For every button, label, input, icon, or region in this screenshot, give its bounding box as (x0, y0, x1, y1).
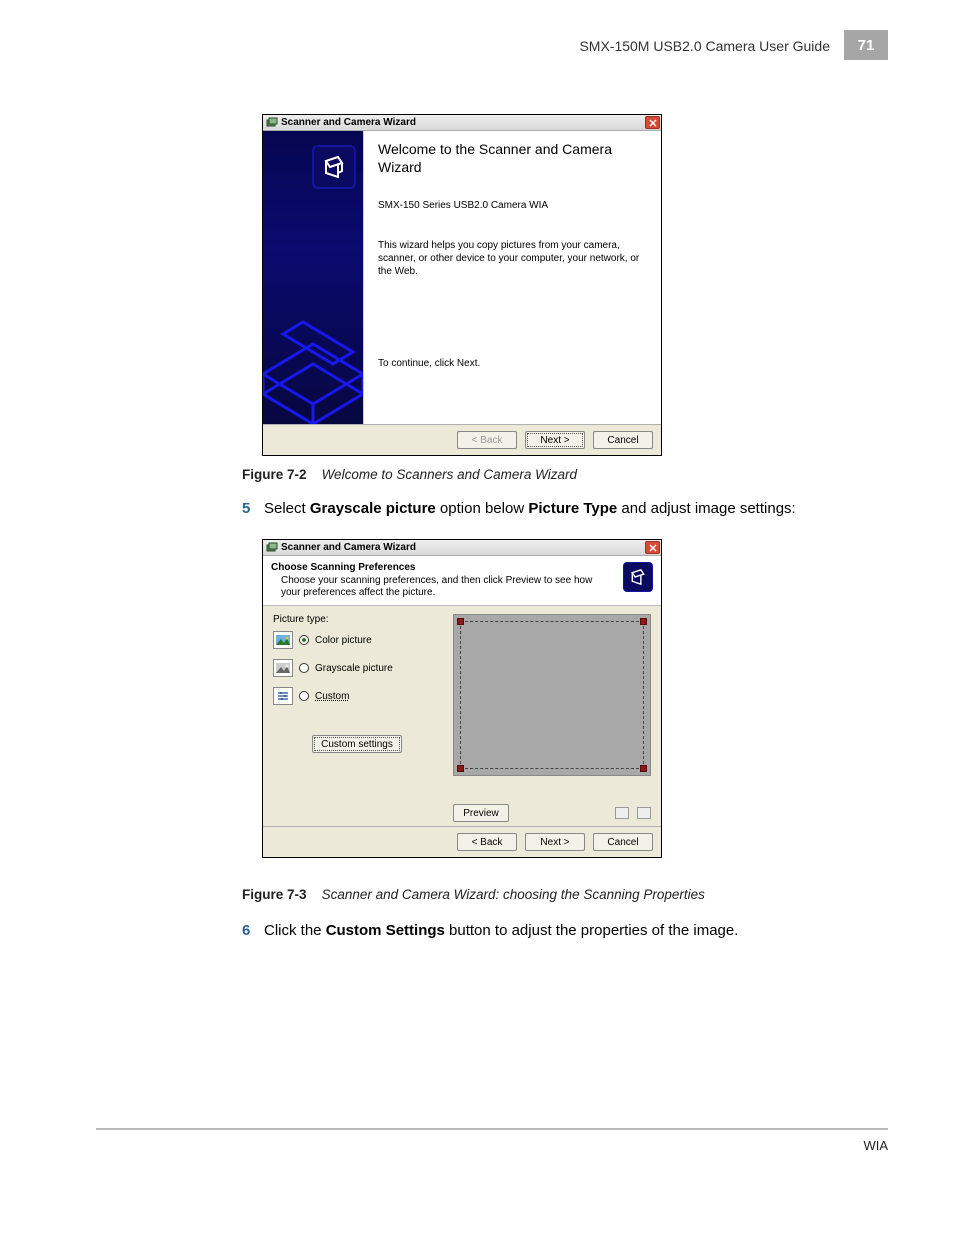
crop-handle-tr[interactable] (640, 618, 647, 625)
cancel-button[interactable]: Cancel (593, 833, 653, 851)
step-text: Click the Custom Settings button to adju… (264, 922, 738, 939)
wizard2-step-subtitle: Choose your scanning preferences, and th… (281, 575, 601, 599)
wizard1-device-name: SMX-150 Series USB2.0 Camera WIA (378, 200, 647, 211)
figure-7-2-caption: Figure 7-2 Welcome to Scanners and Camer… (242, 467, 870, 482)
wizard1-footer: < Back Next > Cancel (263, 424, 661, 455)
preview-toolbar: Preview (453, 804, 651, 822)
option-label: Grayscale picture (315, 663, 393, 674)
radio-grayscale[interactable] (299, 663, 309, 673)
figure-7-3-caption: Figure 7-3 Scanner and Camera Wizard: ch… (242, 887, 870, 902)
wizard1-heading-line2: Wizard (378, 159, 422, 175)
figure-text: Welcome to Scanners and Camera Wizard (322, 467, 578, 482)
wizard1-titlebar: Scanner and Camera Wizard (263, 115, 661, 131)
page-header: SMX-150M USB2.0 Camera User Guide 71 (579, 30, 888, 60)
wizard2-titlebar: Scanner and Camera Wizard (263, 540, 661, 556)
picture-type-panel: Picture type: Color picture Grayscale pi… (273, 614, 441, 822)
crop-handle-br[interactable] (640, 765, 647, 772)
color-thumb-icon (273, 631, 293, 649)
back-button[interactable]: < Back (457, 431, 517, 449)
guide-title: SMX-150M USB2.0 Camera User Guide (579, 30, 844, 60)
next-button[interactable]: Next > (525, 833, 585, 851)
wizard2-step-title: Choose Scanning Preferences (271, 562, 653, 573)
wizard1-window: Scanner and Camera Wizard (262, 114, 662, 456)
wizard1-content: Welcome to the Scanner and Camera Wizard… (363, 131, 661, 424)
figure-text: Scanner and Camera Wizard: choosing the … (322, 887, 705, 902)
wizard2-title: Scanner and Camera Wizard (281, 542, 416, 553)
preview-button[interactable]: Preview (453, 804, 509, 822)
grayscale-thumb-icon (273, 659, 293, 677)
fit-window-icon[interactable] (615, 807, 629, 819)
footer-section-label: WIA (863, 1138, 888, 1153)
crop-handle-tl[interactable] (457, 618, 464, 625)
page-number: 71 (844, 30, 888, 60)
wizard1-continue-hint: To continue, click Next. (378, 358, 647, 369)
figure-label: Figure 7-2 (242, 467, 307, 482)
close-icon[interactable] (645, 541, 660, 554)
preview-area[interactable] (453, 614, 651, 776)
step-6: 6 Click the Custom Settings button to ad… (242, 922, 870, 939)
wizard2-header-panel: Choose Scanning Preferences Choose your … (263, 556, 661, 606)
step-number: 6 (242, 922, 256, 939)
step-number: 5 (242, 500, 256, 517)
close-icon[interactable] (645, 116, 660, 129)
step-text: Select Grayscale picture option below Pi… (264, 500, 796, 517)
wizard1-heading: Welcome to the Scanner and Camera Wizard (378, 141, 647, 176)
cancel-button[interactable]: Cancel (593, 431, 653, 449)
picture-type-label: Picture type: (273, 614, 441, 625)
wizard2-body: Picture type: Color picture Grayscale pi… (263, 606, 661, 826)
wizard-camera-icon (312, 145, 356, 189)
wizard1-heading-line1: Welcome to the Scanner and Camera (378, 141, 612, 157)
figure-label: Figure 7-3 (242, 887, 307, 902)
option-label: Color picture (315, 635, 372, 646)
wizard2-footer: < Back Next > Cancel (263, 826, 661, 857)
crop-handle-bl[interactable] (457, 765, 464, 772)
custom-thumb-icon (273, 687, 293, 705)
radio-custom[interactable] (299, 691, 309, 701)
radio-color[interactable] (299, 635, 309, 645)
scanner-app-icon (266, 117, 278, 129)
option-grayscale-picture[interactable]: Grayscale picture (273, 659, 441, 677)
footer-rule (96, 1128, 888, 1130)
wizard1-title: Scanner and Camera Wizard (281, 117, 416, 128)
custom-settings-button[interactable]: Custom settings (312, 735, 402, 753)
wizard-camera-icon (623, 562, 653, 592)
scanner-app-icon (266, 542, 278, 554)
wizard1-description: This wizard helps you copy pictures from… (378, 239, 647, 278)
back-button[interactable]: < Back (457, 833, 517, 851)
option-custom[interactable]: Custom (273, 687, 441, 705)
preview-panel: Preview (453, 614, 651, 822)
step-5: 5 Select Grayscale picture option below … (242, 500, 870, 517)
next-button[interactable]: Next > (525, 431, 585, 449)
page: SMX-150M USB2.0 Camera User Guide 71 Sca… (0, 0, 954, 1235)
wizard1-body: Welcome to the Scanner and Camera Wizard… (263, 131, 661, 424)
zoom-icon[interactable] (637, 807, 651, 819)
option-color-picture[interactable]: Color picture (273, 631, 441, 649)
option-label: Custom (315, 691, 349, 702)
wizard2-window: Scanner and Camera Wizard Choose Scannin… (262, 539, 662, 858)
